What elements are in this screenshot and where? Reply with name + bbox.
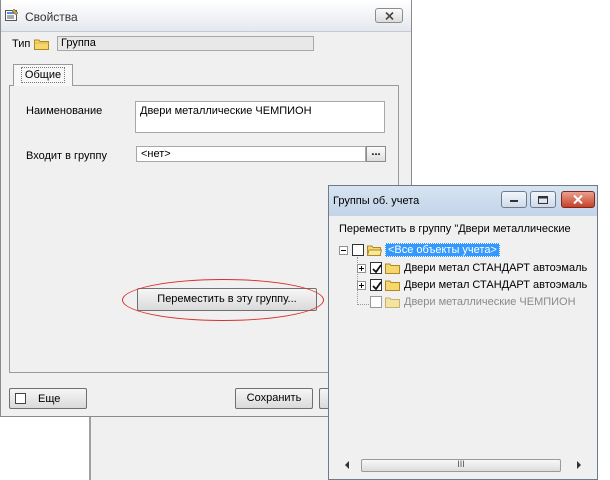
tree-line — [357, 304, 371, 305]
tree-item-label: Двери метал СТАНДАРТ автоэмаль — [404, 279, 588, 291]
tree-item-label: Двери метал СТАНДАРТ автоэмаль — [404, 262, 588, 274]
title-bar: Группы об. учета — [329, 186, 597, 216]
tree-item-root[interactable]: <Все объекты учета> — [339, 243, 500, 257]
minimize-icon — [510, 199, 518, 202]
close-icon — [384, 11, 394, 20]
checkmark-icon — [372, 281, 382, 291]
parent-group-field[interactable]: <нет> — [136, 146, 366, 162]
groups-window: Группы об. учета Переместить в группу "Д… — [328, 185, 598, 480]
save-button[interactable]: Сохранить — [235, 388, 313, 409]
background-panel — [90, 415, 330, 480]
group-tree: <Все объекты учета> Двери метал СТАНДАРТ… — [339, 243, 595, 458]
collapse-icon[interactable] — [339, 245, 348, 255]
scrollbar-thumb[interactable]: III — [361, 459, 561, 472]
maximize-icon — [538, 195, 548, 204]
minimize-button[interactable] — [501, 191, 527, 208]
tab-label: Общие — [20, 67, 66, 83]
tree-item[interactable]: Двери метал СТАНДАРТ автоэмаль — [357, 278, 587, 292]
type-row: Тип — [12, 36, 50, 52]
title-bar: Свойства — [1, 0, 411, 32]
folder-icon — [385, 279, 400, 291]
tree-checkbox[interactable] — [352, 244, 364, 256]
tree-checkbox — [370, 296, 382, 308]
tree-item: Двери металлические ЧЕМПИОН — [370, 295, 576, 309]
window-title: Свойства — [25, 10, 78, 24]
folder-open-icon — [366, 244, 383, 256]
type-label: Тип — [12, 38, 31, 50]
scroll-right-icon[interactable] — [577, 461, 581, 469]
highlight-oval — [122, 279, 324, 321]
more-label: Еще — [38, 393, 61, 405]
name-field[interactable]: Двери металлические ЧЕМПИОН — [135, 101, 385, 133]
background-panel — [0, 415, 90, 480]
scroll-left-icon[interactable] — [345, 461, 349, 469]
window-title: Группы об. учета — [333, 195, 420, 207]
tree-item-label: <Все объекты учета> — [385, 243, 500, 257]
tab-general[interactable]: Общие — [13, 64, 73, 86]
expand-icon[interactable] — [357, 263, 366, 273]
close-button[interactable] — [375, 8, 403, 23]
expand-icon[interactable] — [357, 280, 366, 290]
close-button[interactable] — [561, 191, 595, 208]
type-field: Группа — [57, 36, 314, 51]
tree-item-label: Двери металлические ЧЕМПИОН — [404, 296, 576, 308]
select-group-button[interactable]: ... — [366, 146, 386, 162]
tree-checkbox[interactable] — [370, 262, 382, 274]
tree-checkbox[interactable] — [370, 279, 382, 291]
folder-icon — [34, 38, 50, 50]
move-instruction: Переместить в группу "Двери металлически… — [339, 223, 571, 235]
properties-icon — [5, 8, 19, 22]
tree-item[interactable]: Двери метал СТАНДАРТ автоэмаль — [357, 261, 587, 275]
maximize-button[interactable] — [530, 191, 556, 208]
name-label: Наименование — [26, 105, 103, 117]
folder-icon — [385, 262, 400, 274]
checkmark-icon — [372, 264, 382, 274]
more-checkbox[interactable] — [15, 393, 26, 404]
more-button[interactable]: Еще — [9, 388, 87, 409]
parent-group-label: Входит в группу — [26, 150, 107, 162]
horizontal-scrollbar[interactable]: III — [341, 457, 585, 474]
folder-icon — [385, 296, 400, 308]
close-icon — [573, 195, 583, 204]
